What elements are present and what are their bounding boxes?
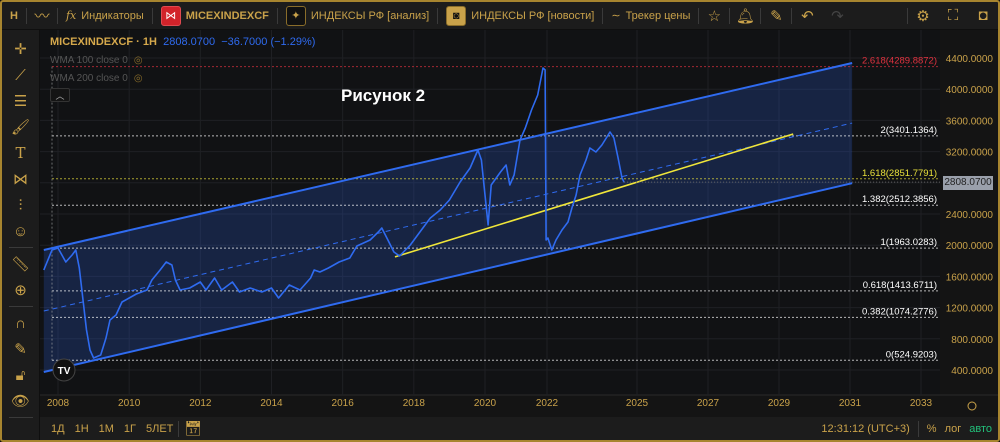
range-1d[interactable]: 1Д <box>46 423 70 435</box>
y-tick-label: 2000.0000 <box>946 241 994 252</box>
indicator-wma100[interactable]: WMA 100 close 0 ◎ <box>50 55 315 66</box>
indicator-label: WMA 100 close 0 <box>50 55 128 66</box>
indicator-label: WMA 200 close 0 <box>50 73 128 84</box>
fib-level-label: 0(524.9203) <box>886 349 937 360</box>
goto-date-button[interactable]: 📅︎ <box>179 420 207 437</box>
y-tick-label: 2400.0000 <box>946 210 994 221</box>
percent-toggle[interactable]: % <box>927 423 937 435</box>
x-tick-label: 2008 <box>47 398 70 409</box>
x-tick-label: 2029 <box>768 398 791 409</box>
x-tick-label: 2014 <box>260 398 283 409</box>
legend-price: 2808.0700 <box>163 36 216 48</box>
fib-level-label: 0.382(1074.2776) <box>862 306 937 317</box>
range-1w[interactable]: 1Н <box>70 423 94 435</box>
eye-hidden-icon[interactable]: ◎ <box>134 73 143 84</box>
legend-symbol: MICEXINDEXCF · 1H <box>50 36 157 48</box>
range-1y[interactable]: 1Г <box>119 423 141 435</box>
fib-level-label: 1.618(2851.7791) <box>862 168 937 179</box>
x-tick-label: 2018 <box>403 398 426 409</box>
x-tick-label: 2012 <box>189 398 212 409</box>
log-toggle[interactable]: лог <box>945 423 962 435</box>
clock[interactable]: 12:31:12 (UTC+3) <box>821 423 909 435</box>
fib-level-label: 0.618(1413.6711) <box>863 280 937 291</box>
bottom-toolbar: 1Д 1Н 1М 1Г 5ЛЕТ 📅︎ 12:31:12 (UTC+3) % л… <box>40 417 998 440</box>
auto-toggle[interactable]: авто <box>969 423 992 435</box>
y-tick-label: 4000.0000 <box>946 85 994 96</box>
fib-level-label: 2.618(4289.8872) <box>862 56 937 67</box>
last-price-tag: 2808.0700 <box>943 176 993 190</box>
legend-change: −36.7000 (−1.29%) <box>221 36 316 48</box>
indicator-wma200[interactable]: WMA 200 close 0 ◎ <box>50 73 315 84</box>
y-tick-label: 1200.0000 <box>946 304 994 315</box>
y-tick-label: 400.0000 <box>951 366 993 377</box>
x-tick-label: 2027 <box>697 398 720 409</box>
x-tick-label: 2022 <box>536 398 559 409</box>
range-1m[interactable]: 1М <box>94 423 119 435</box>
calendar-icon: 📅︎ <box>184 420 203 436</box>
chevron-up-icon: ︿ <box>55 90 65 101</box>
fib-level-label: 2(3401.1364) <box>880 125 937 136</box>
chart-annotation-text: Рисунок 2 <box>341 86 426 105</box>
fib-level-label: 1(1963.0283) <box>880 237 937 248</box>
divider <box>917 420 919 437</box>
x-tick-label: 2020 <box>474 398 497 409</box>
x-tick-label: 2010 <box>118 398 141 409</box>
y-tick-label: 4400.0000 <box>946 54 994 65</box>
y-tick-label: 800.0000 <box>951 335 993 346</box>
eye-hidden-icon[interactable]: ◎ <box>134 55 143 66</box>
y-tick-label: 3600.0000 <box>946 116 994 127</box>
x-tick-label: 2033 <box>910 398 933 409</box>
fib-level-label: 1.382(2512.3856) <box>862 194 937 205</box>
x-tick-label: 2031 <box>839 398 862 409</box>
y-tick-label: 1600.0000 <box>946 272 994 283</box>
x-tick-label: 2016 <box>332 398 355 409</box>
x-tick-label: 2025 <box>626 398 649 409</box>
range-5y[interactable]: 5ЛЕТ <box>141 423 178 435</box>
y-tick-label: 3200.0000 <box>946 148 994 159</box>
tradingview-logo-text: TV <box>58 366 71 377</box>
chart-legend: MICEXINDEXCF · 1H 2808.0700 −36.7000 (−1… <box>50 36 315 84</box>
collapse-legend-button[interactable]: ︿ <box>50 88 70 102</box>
